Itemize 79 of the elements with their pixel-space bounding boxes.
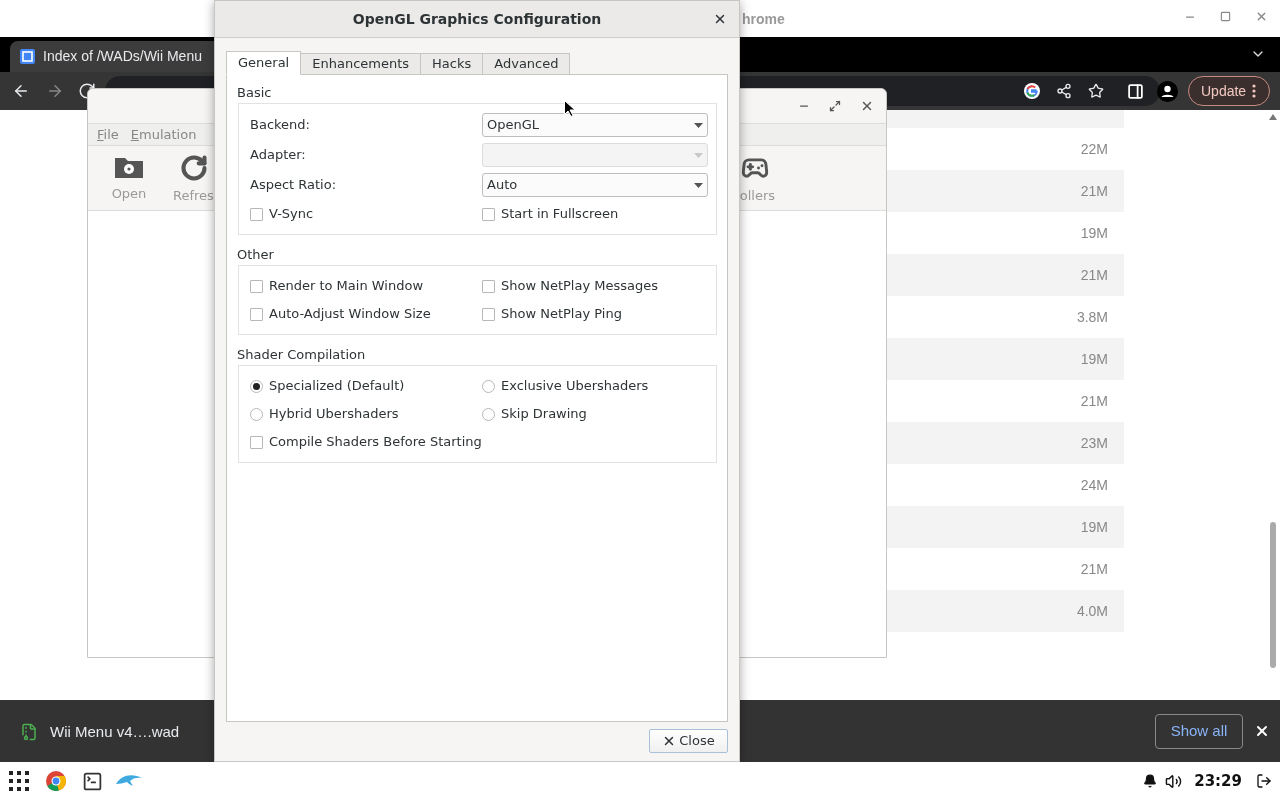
tab[interactable]: General — [226, 51, 302, 75]
maximize-icon[interactable] — [829, 100, 841, 112]
profile-icon[interactable] — [1157, 81, 1178, 102]
share-icon[interactable] — [1056, 83, 1072, 99]
logout-icon[interactable] — [1256, 773, 1272, 789]
refresh-icon — [180, 154, 208, 182]
checkbox[interactable] — [250, 435, 263, 449]
checkbox[interactable] — [482, 307, 495, 321]
checkbox-option[interactable]: Render to Main Window — [250, 272, 424, 300]
app-grid-icon[interactable] — [9, 771, 29, 791]
file-size: 4.0M — [1076, 601, 1108, 621]
browser-icon[interactable] — [46, 771, 66, 791]
file-size: 24M — [1080, 475, 1108, 495]
radio-option[interactable]: Skip Drawing — [482, 400, 587, 428]
tab[interactable]: Enhancements — [300, 53, 422, 75]
checkbox-option[interactable]: Start in Fullscreen — [482, 200, 619, 228]
close-button[interactable]: Close — [649, 729, 728, 753]
checkbox-option[interactable]: Auto-Adjust Window Size — [250, 300, 431, 328]
file-size: 21M — [1080, 181, 1108, 201]
group-title: Shader Compilation — [237, 347, 367, 363]
caret-icon — [694, 182, 703, 188]
file-size: 22M — [1080, 139, 1108, 159]
scroll-up-icon[interactable] — [1269, 114, 1277, 120]
file-size: 21M — [1080, 391, 1108, 411]
radio-button[interactable] — [250, 379, 263, 393]
file-size: 21M — [1080, 559, 1108, 579]
radio-button[interactable] — [482, 407, 495, 421]
back-icon[interactable] — [12, 82, 30, 100]
file-size: 19M — [1080, 517, 1108, 537]
close-icon[interactable] — [1254, 723, 1270, 739]
page-icon — [20, 49, 35, 64]
radio-option[interactable]: Exclusive Ubershaders — [482, 372, 649, 400]
volume-icon[interactable] — [1165, 772, 1183, 790]
file-size: 19M — [1080, 223, 1108, 243]
star-icon[interactable] — [1088, 83, 1104, 99]
checkbox[interactable] — [482, 207, 495, 221]
clock: 23:29 — [1194, 770, 1242, 792]
checkbox[interactable] — [250, 307, 263, 321]
checkbox-option[interactable]: V-Sync — [250, 200, 314, 228]
field-label: Adapter: — [250, 146, 307, 165]
update-button[interactable]: Update — [1188, 76, 1270, 106]
tab[interactable]: Advanced — [482, 53, 571, 75]
file-size: 23M — [1080, 433, 1108, 453]
side-panel-icon[interactable] — [1127, 83, 1144, 100]
download-item[interactable]: Wii Menu v4….wad — [50, 721, 180, 744]
file-size: 3.8M — [1076, 307, 1108, 327]
dropdown[interactable]: OpenGL — [482, 113, 708, 137]
kebab-icon — [1252, 84, 1257, 98]
checkbox-option[interactable]: Show NetPlay Messages — [482, 272, 659, 300]
maximize-icon[interactable] — [1220, 10, 1231, 23]
google-icon[interactable] — [1024, 83, 1040, 99]
bell-icon[interactable] — [1143, 774, 1158, 788]
mouse-cursor-icon — [564, 100, 575, 117]
window-title: hrome — [742, 10, 785, 29]
radio-button[interactable] — [482, 379, 495, 393]
group-title: Other — [237, 247, 275, 263]
file-size: 19M — [1080, 349, 1108, 369]
tab[interactable]: Hacks — [420, 53, 484, 75]
group-title: Basic — [237, 85, 273, 101]
archive-file-icon — [20, 723, 38, 742]
radio-option[interactable]: Hybrid Ubershaders — [250, 400, 399, 428]
window-title: OpenGL Graphics Configuration — [352, 9, 602, 29]
show-all-button[interactable]: Show all — [1155, 714, 1243, 749]
radio-button[interactable] — [250, 407, 263, 421]
forward-icon[interactable] — [46, 82, 64, 100]
file-size: 21M — [1080, 265, 1108, 285]
radio-option[interactable]: Specialized (Default) — [250, 372, 405, 400]
dropdown[interactable]: Auto — [482, 173, 708, 197]
field-label: Backend: — [250, 116, 311, 135]
checkbox-option[interactable]: Compile Shaders Before Starting — [250, 428, 482, 456]
checkbox[interactable] — [482, 279, 495, 293]
checkbox-option[interactable]: Show NetPlay Ping — [482, 300, 622, 328]
terminal-icon[interactable] — [82, 770, 103, 792]
close-icon[interactable] — [860, 99, 874, 113]
field-label: Aspect Ratio: — [250, 176, 338, 195]
checkbox[interactable] — [250, 207, 263, 221]
close-icon[interactable] — [713, 12, 727, 26]
caret-icon — [694, 152, 703, 158]
checkbox[interactable] — [250, 279, 263, 293]
